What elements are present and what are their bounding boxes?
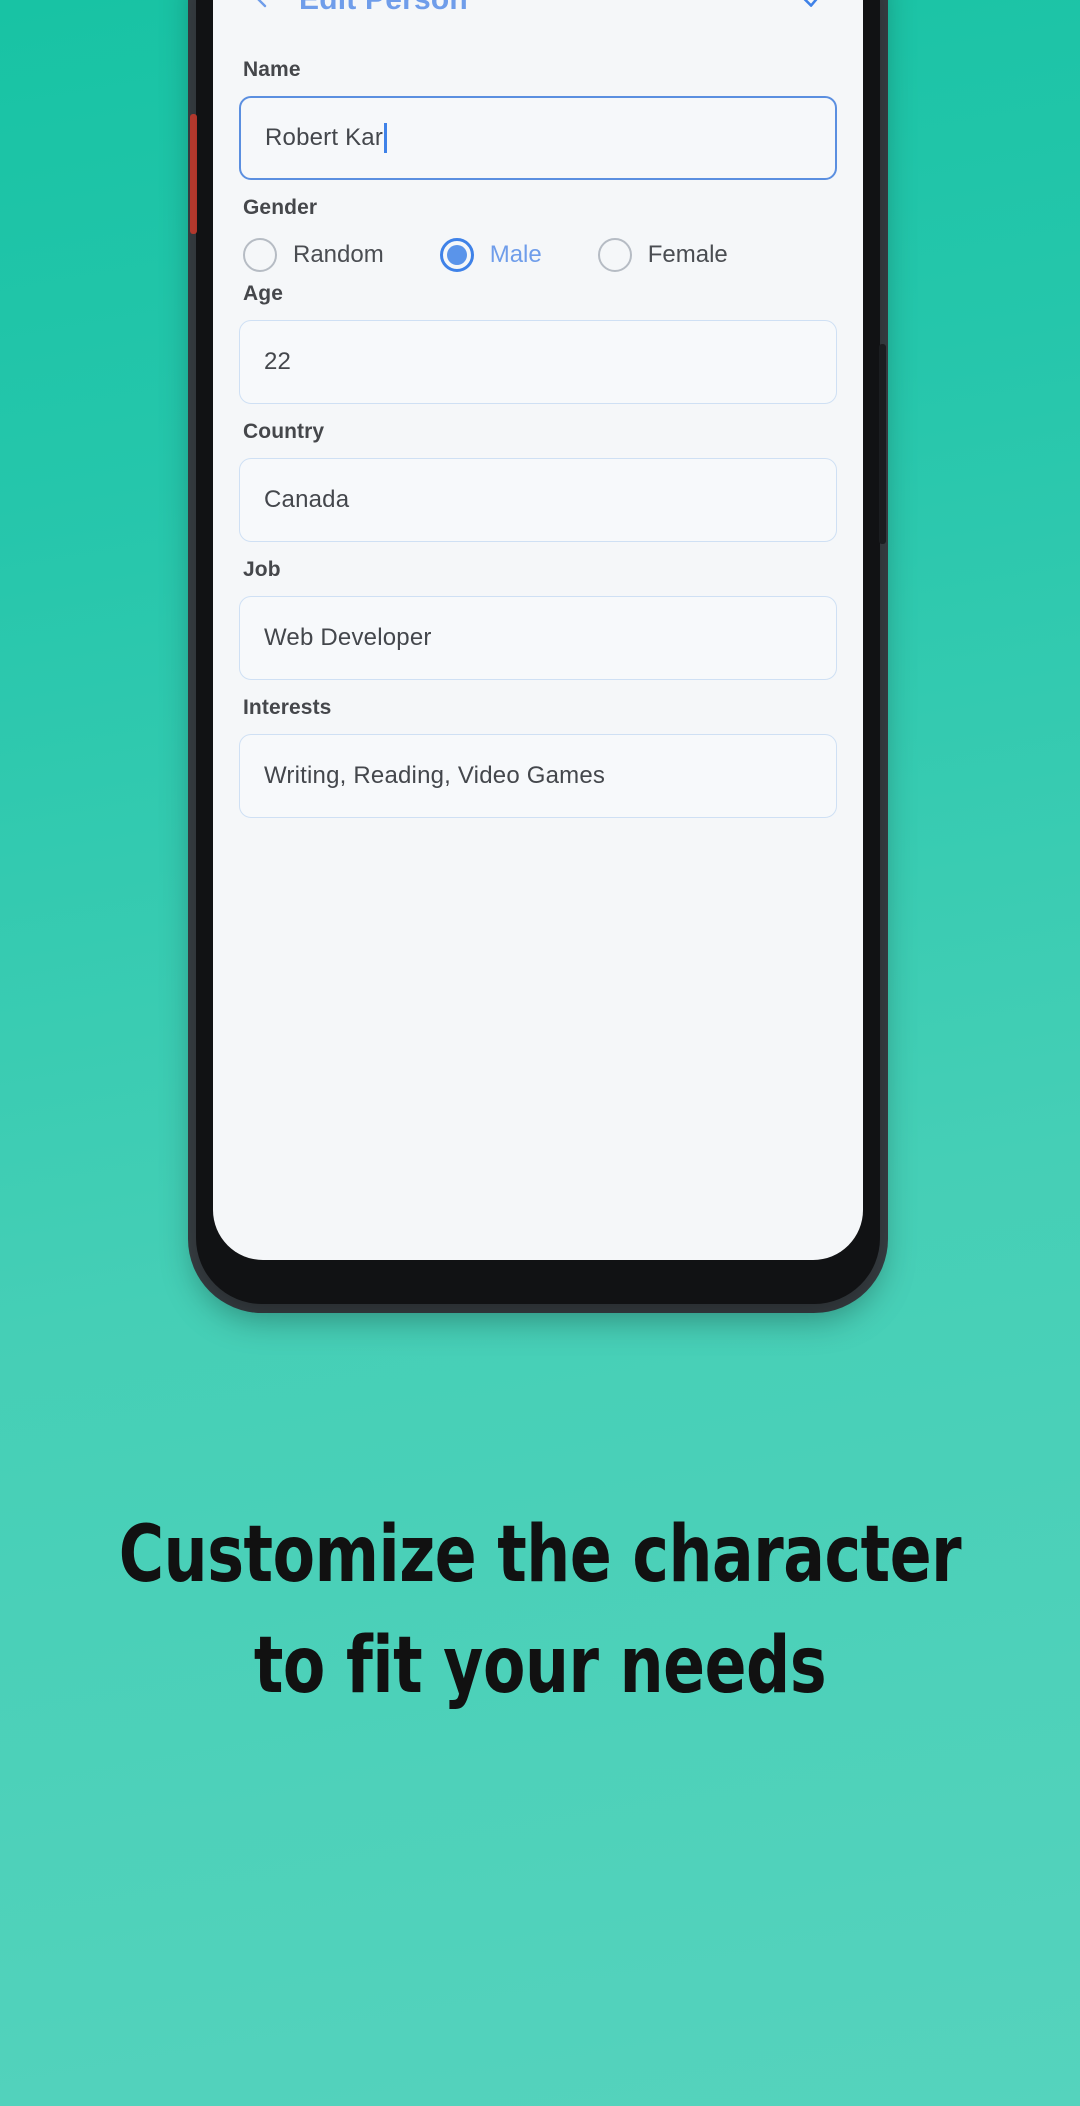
radio-label-female: Female xyxy=(647,241,728,268)
chevron-left-icon xyxy=(250,0,274,15)
name-input-value: Robert Kar xyxy=(265,124,384,151)
confirm-save-button[interactable] xyxy=(791,0,837,23)
edit-person-form: Name Robert Kar Gender Random Male Femal… xyxy=(213,36,863,818)
field-job: Job Web Developer xyxy=(239,558,837,680)
interests-input[interactable]: Writing, Reading, Video Games xyxy=(239,734,837,818)
radio-option-random[interactable]: Random xyxy=(243,238,384,272)
volume-button[interactable] xyxy=(190,114,197,234)
radio-option-female[interactable]: Female xyxy=(597,238,728,272)
field-label-name: Name xyxy=(243,58,301,81)
field-label-job: Job xyxy=(243,558,281,581)
field-age: Age 22 xyxy=(239,282,837,404)
job-input-value: Web Developer xyxy=(264,624,432,651)
radio-circle-selected-icon xyxy=(439,238,474,272)
field-country: Country Canada xyxy=(239,420,837,542)
promo-caption: Customize the character to fit your need… xyxy=(0,1500,1080,1722)
promo-caption-line-2: to fit your needs xyxy=(253,1620,827,1711)
country-input-value: Canada xyxy=(264,486,350,513)
page-title: Edit Person xyxy=(299,0,468,17)
back-button[interactable] xyxy=(239,0,285,23)
field-name: Name Robert Kar xyxy=(239,58,837,180)
field-label-interests: Interests xyxy=(243,696,332,719)
radio-circle-icon xyxy=(243,238,277,272)
age-input[interactable]: 22 xyxy=(239,320,837,404)
check-icon xyxy=(800,0,828,17)
radio-option-male[interactable]: Male xyxy=(439,238,542,272)
text-cursor xyxy=(384,123,388,153)
field-interests: Interests Writing, Reading, Video Games xyxy=(239,696,837,818)
phone-mockup-frame: Edit Person Name Robert Kar xyxy=(188,0,888,1313)
radio-label-male: Male xyxy=(489,241,542,268)
phone-screen: Edit Person Name Robert Kar xyxy=(213,0,863,1260)
country-input[interactable]: Canada xyxy=(239,458,837,542)
power-button[interactable] xyxy=(879,344,886,544)
radio-circle-icon xyxy=(597,238,632,272)
name-input[interactable]: Robert Kar xyxy=(239,96,837,180)
app-bar: Edit Person xyxy=(213,0,863,36)
promo-caption-line-1: Customize the character xyxy=(118,1510,962,1600)
field-label-age: Age xyxy=(243,282,283,305)
job-input[interactable]: Web Developer xyxy=(239,596,837,680)
field-label-country: Country xyxy=(243,420,325,443)
field-label-gender: Gender xyxy=(243,196,318,219)
gender-radio-group: Random Male Female xyxy=(239,238,837,272)
radio-label-random: Random xyxy=(293,241,384,268)
interests-input-value: Writing, Reading, Video Games xyxy=(264,762,606,789)
age-input-value: 22 xyxy=(264,348,292,375)
field-gender: Gender Random Male Female xyxy=(239,196,837,272)
